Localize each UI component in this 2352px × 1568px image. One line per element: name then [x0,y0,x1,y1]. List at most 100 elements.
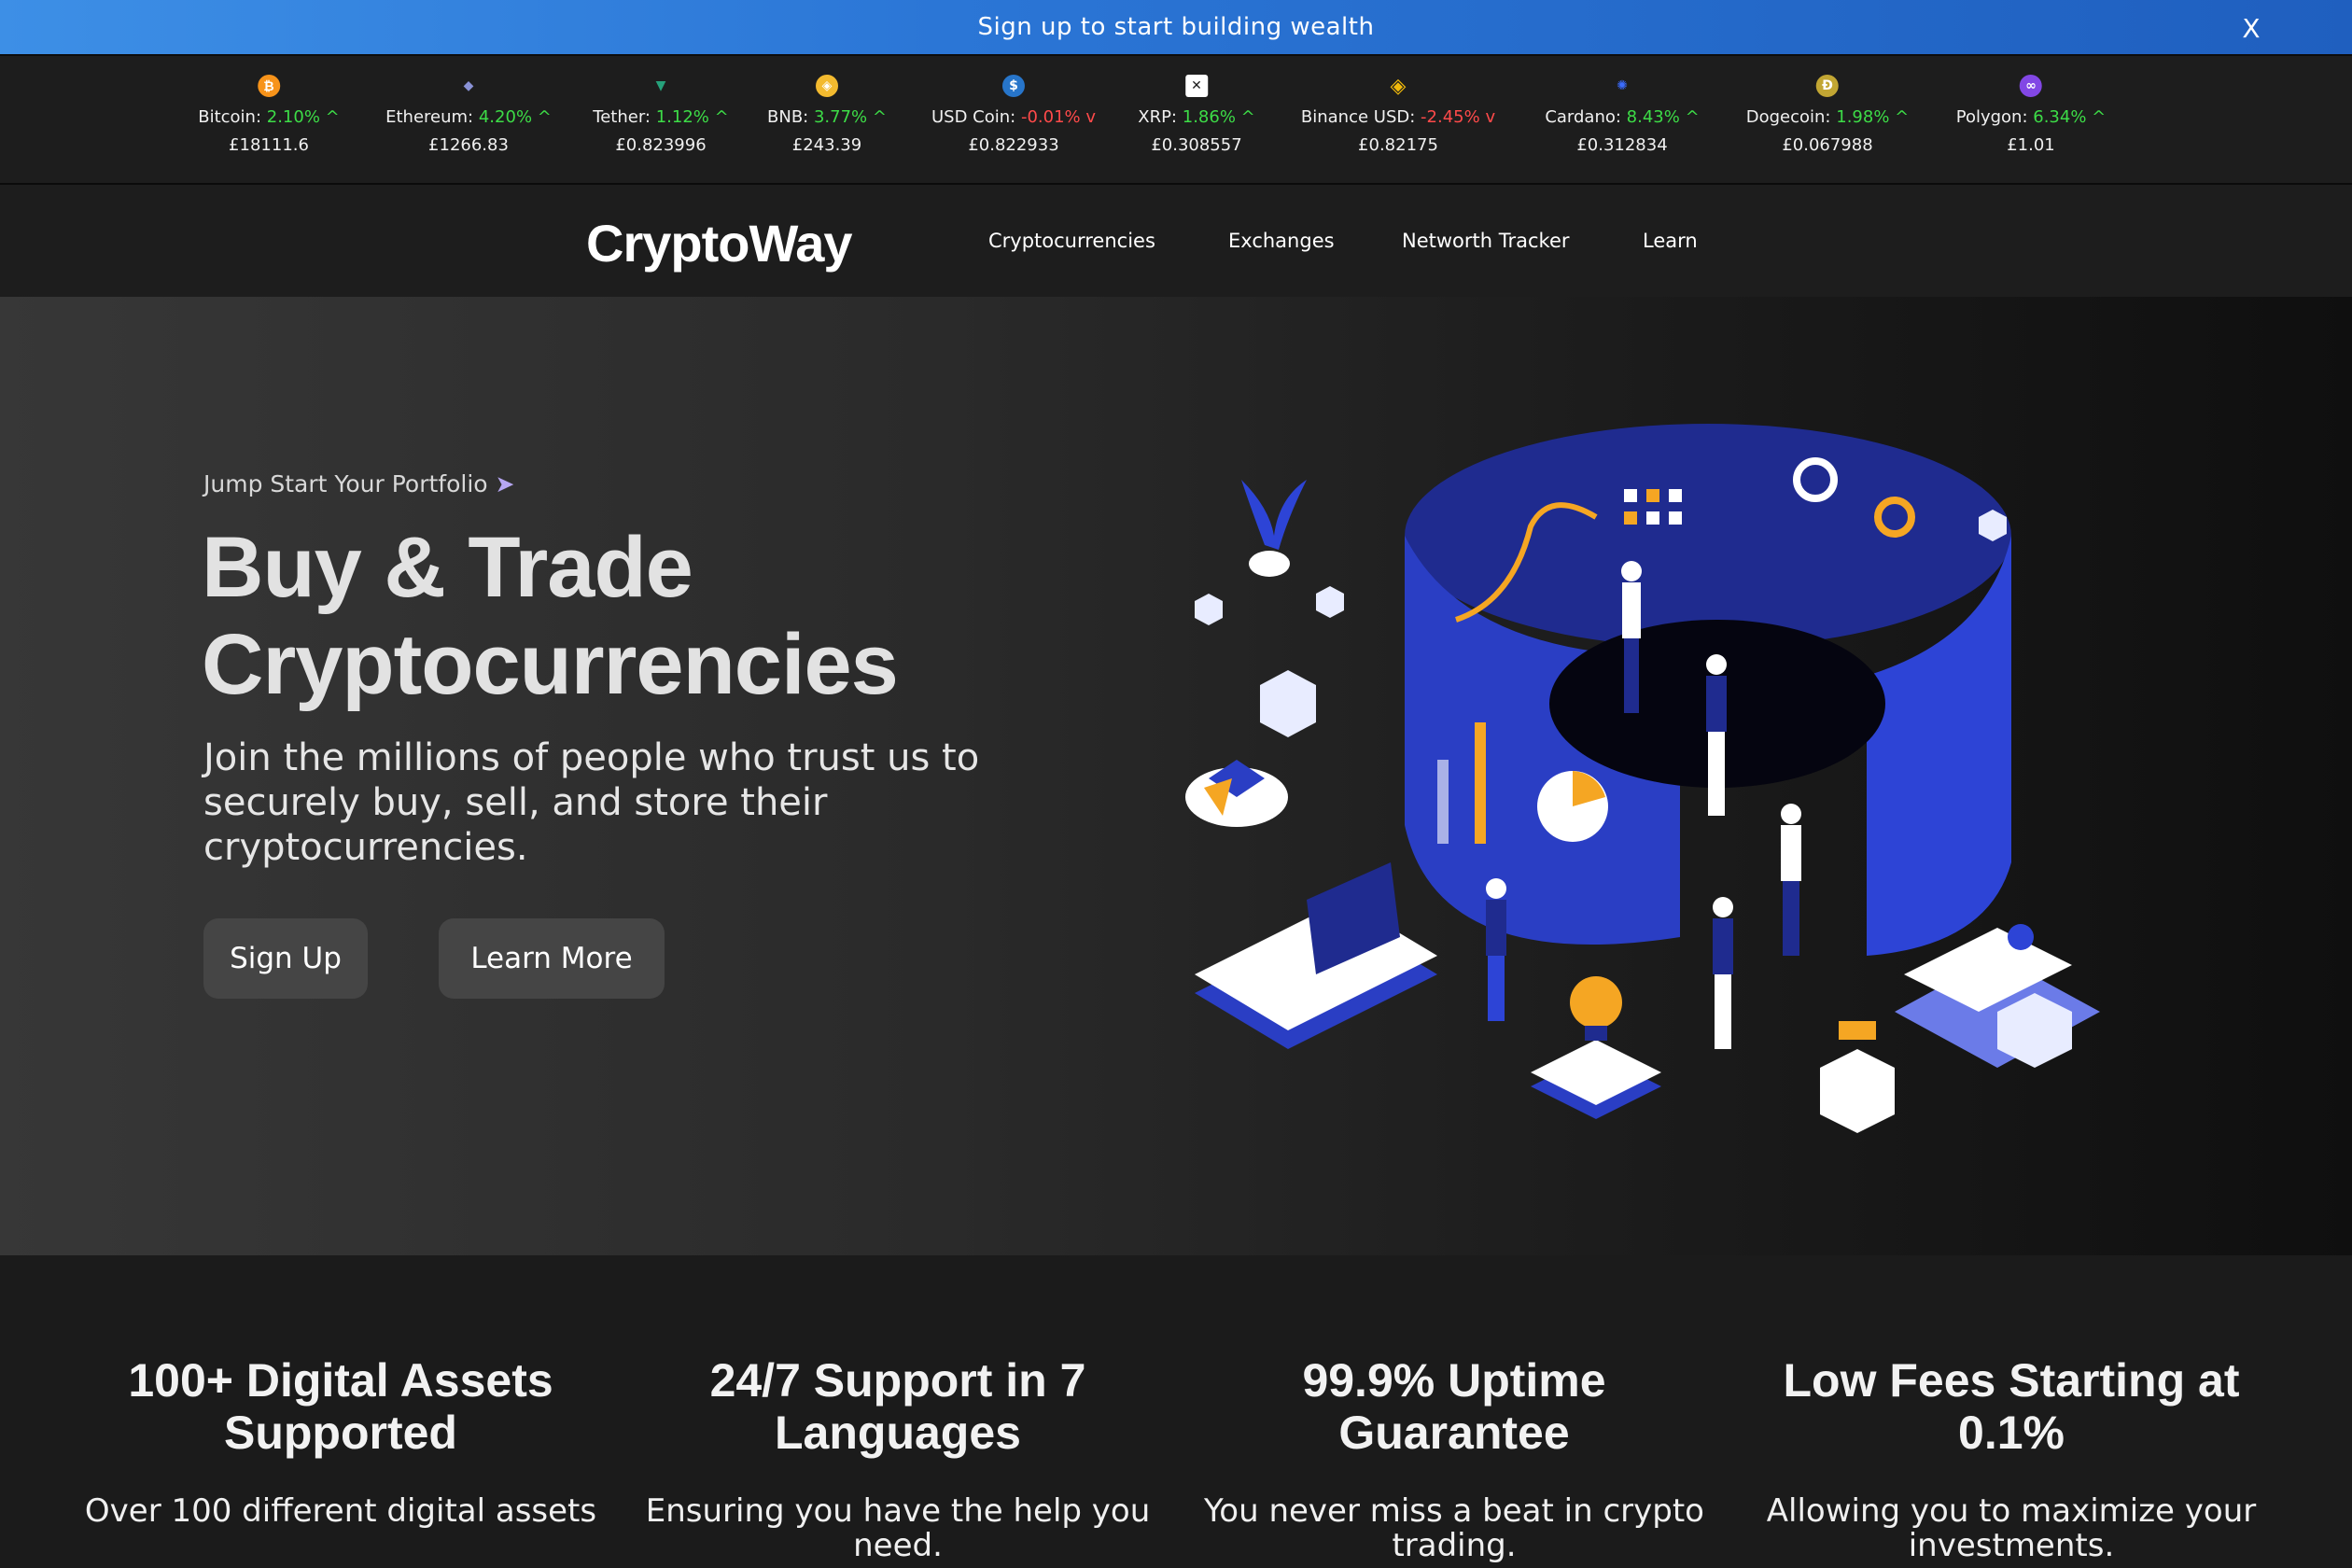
hero-title-line-2: Cryptocurrencies [202,617,899,712]
ticker-item[interactable]: Ð Dogecoin: 1.98% ^ £0.067988 [1745,75,1910,159]
coin-price: £1.01 [2007,135,2055,155]
ticker-item[interactable]: ◆ Ethereum: 4.20% ^ £1266.83 [385,75,552,159]
lightbulb-illustration [1531,976,1661,1119]
feature-title: Low Fees Starting at 0.1% [1783,1354,2240,1459]
ticker-item[interactable]: ✕ XRP: 1.86% ^ £0.308557 [1138,75,1255,159]
coin-price: £0.822933 [968,135,1059,155]
hero-section: Jump Start Your Portfolio ➤ Buy & Trade … [0,297,2352,1255]
coin-name: Binance USD: [1300,107,1416,127]
feature-card: 100+ Digital Assets Supported Over 100 d… [79,1354,602,1529]
plant-decoration [1241,480,1307,577]
close-icon[interactable]: X [2234,11,2268,45]
ticker-item[interactable]: ◈ BNB: 3.77% ^ £243.39 [767,75,887,159]
coin-price: £0.312834 [1576,135,1668,155]
coin-change: 1.12% [655,107,709,127]
feature-card: 99.9% Uptime Guarantee You never miss a … [1193,1354,1715,1563]
feature-description: Allowing you to maximize your investment… [1766,1492,2257,1564]
coin-change: -2.45% [1421,107,1480,127]
feature-card: Low Fees Starting at 0.1% Allowing you t… [1750,1354,2273,1563]
dogecoin-icon: Ð [1815,75,1839,97]
up-arrow-icon: ^ [537,107,552,127]
binance-usd-icon: ◈ [1390,74,1407,98]
hero-subtitle: Join the millions of people who trust us… [203,736,980,869]
feature-description: Over 100 different digital assets [84,1492,597,1530]
coin-change: 1.86% [1182,107,1236,127]
coin-change: 2.10% [266,107,320,127]
ticker-item[interactable]: ✺ Cardano: 8.43% ^ £0.312834 [1545,75,1699,159]
promo-text[interactable]: Sign up to start building wealth [978,13,1375,41]
up-arrow-icon: ^ [1240,107,1255,127]
features-section: 100+ Digital Assets Supported Over 100 d… [0,1255,2352,1568]
coin-name: XRP: [1138,107,1178,127]
arrow-right-icon: ➤ [495,470,515,497]
coin-name: Polygon: [1955,107,2028,127]
ethereum-icon: ◆ [463,78,474,93]
coin-name: USD Coin: [931,107,1016,127]
coin-price: £1266.83 [428,135,509,155]
nav-link-cryptocurrencies[interactable]: Cryptocurrencies [988,230,1155,252]
logo[interactable]: CryptoWay [586,213,853,273]
ticker-item[interactable]: ∞ Polygon: 6.34% ^ £1.01 [1955,75,2107,159]
coin-change: 3.77% [813,107,868,127]
main-nav: CryptoWay Cryptocurrencies Exchanges Net… [0,185,2352,297]
coin-price: £0.823996 [615,135,707,155]
workstation-illustration [1895,924,2100,1068]
ticker-item[interactable]: ₿ Bitcoin: 2.10% ^ £18111.6 [198,75,340,159]
bitcoin-icon: ₿ [257,75,280,97]
feature-card: 24/7 Support in 7 Languages Ensuring you… [637,1354,1159,1563]
usd-coin-icon: $ [1002,75,1025,97]
coin-change: 4.20% [478,107,533,127]
hero-eyebrow-text: Jump Start Your Portfolio [203,470,488,497]
nav-link-networth-tracker[interactable]: Networth Tracker [1402,230,1570,252]
coin-price: £0.308557 [1151,135,1242,155]
xrp-icon: ✕ [1184,75,1208,97]
price-ticker: ₿ Bitcoin: 2.10% ^ £18111.6 ◆ Ethereum: … [0,56,2352,185]
feature-title: 100+ Digital Assets Supported [128,1354,553,1459]
coin-price: £0.067988 [1782,135,1873,155]
up-arrow-icon: ^ [714,107,729,127]
sign-up-button[interactable]: Sign Up [203,918,368,999]
ticker-item[interactable]: ▼ Tether: 1.12% ^ £0.823996 [593,75,728,159]
coin-price: £18111.6 [229,135,309,155]
coin-name: Ethereum: [385,107,474,127]
coin-change: 1.98% [1836,107,1890,127]
feature-title: 24/7 Support in 7 Languages [709,1354,1086,1459]
coin-price: £243.39 [791,135,862,155]
coin-name: BNB: [767,107,809,127]
coin-price: £0.82175 [1358,135,1438,155]
feature-title: 99.9% Uptime Guarantee [1302,1354,1606,1459]
ticker-item[interactable]: ◈ Binance USD: -2.45% v £0.82175 [1301,75,1495,159]
feature-description: You never miss a beat in crypto trading. [1204,1492,1704,1564]
coin-change: -0.01% [1020,107,1081,127]
tether-icon: ▼ [655,78,666,93]
coin-name: Cardano: [1545,107,1621,127]
down-arrow-icon: v [1085,107,1097,127]
coin-change: 6.34% [2033,107,2087,127]
pie-chart-pedestal [1185,760,1288,827]
laptop-illustration [1195,862,1437,1049]
coin-name: Dogecoin: [1745,107,1831,127]
up-arrow-icon: ^ [325,107,340,127]
hero-title: Buy & Trade Cryptocurrencies [202,519,1135,713]
learn-more-button[interactable]: Learn More [439,918,665,999]
bnb-icon: ◈ [815,75,838,97]
cardano-icon: ✺ [1617,78,1628,93]
crypto-dashboard-illustration [1185,424,2100,1133]
coin-stack-cube [1820,1021,1895,1133]
coin-name: Bitcoin: [198,107,262,127]
hero-eyebrow: Jump Start Your Portfolio ➤ [203,470,514,497]
up-arrow-icon: ^ [1895,107,1910,127]
coin-change: 8.43% [1626,107,1680,127]
ticker-item[interactable]: $ USD Coin: -0.01% v £0.822933 [931,75,1096,159]
up-arrow-icon: ^ [872,107,887,127]
nav-link-learn[interactable]: Learn [1643,230,1698,252]
polygon-icon: ∞ [2019,75,2042,97]
up-arrow-icon: ^ [2092,107,2107,127]
promo-banner: Sign up to start building wealth X [0,0,2352,56]
hero-title-line-1: Buy & Trade [202,520,693,615]
feature-description: Ensuring you have the help you need. [645,1492,1151,1564]
nav-link-exchanges[interactable]: Exchanges [1228,230,1335,252]
coin-name: Tether: [593,107,651,127]
up-arrow-icon: ^ [1685,107,1700,127]
down-arrow-icon: v [1485,107,1496,127]
